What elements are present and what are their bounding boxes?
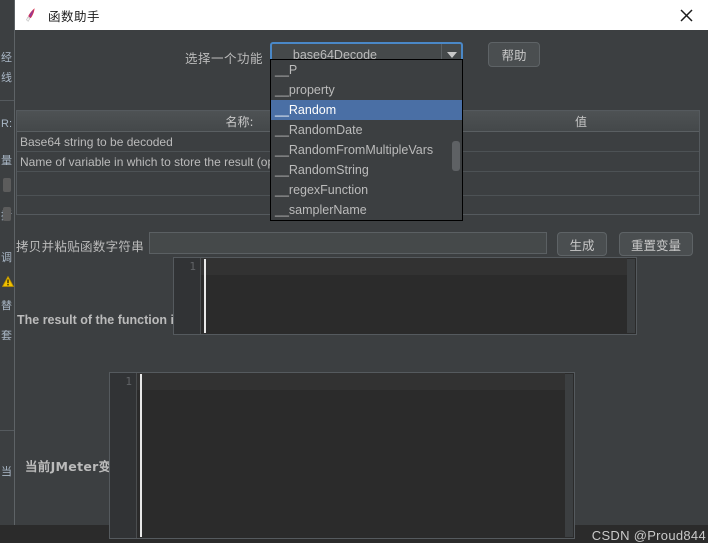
function-string-input[interactable]: [149, 232, 547, 254]
background-left-strip: 经 线 R: 量 拷 调 替 套 当: [0, 0, 15, 525]
background-scrollbar-thumb[interactable]: [3, 178, 11, 192]
dropdown-scrollbar[interactable]: [451, 61, 461, 219]
editor-caret: [140, 374, 142, 537]
background-text-fragment: 替: [1, 300, 12, 312]
editor-line-number: 1: [125, 375, 132, 388]
background-text-fragment: 当: [1, 466, 12, 478]
warning-triangle-icon: [2, 276, 14, 287]
dropdown-scrollbar-thumb[interactable]: [452, 141, 460, 171]
function-string-row: 拷贝并粘贴函数字符串 生成 重置变量: [15, 228, 708, 258]
editor-caret: [204, 259, 206, 333]
close-button[interactable]: [663, 0, 708, 30]
dropdown-item-random[interactable]: __Random: [271, 100, 462, 120]
reset-variables-button[interactable]: 重置变量: [619, 232, 693, 256]
dialog-body: 选择一个功能 __base64Decode 帮助 名称: 值 Base64 st…: [15, 30, 708, 543]
editor-line-number: 1: [189, 260, 196, 273]
function-select-label: 选择一个功能: [185, 51, 264, 66]
dropdown-item-p[interactable]: __P: [271, 60, 462, 80]
help-button[interactable]: 帮助: [488, 42, 540, 67]
jmeter-feather-icon: [26, 8, 35, 22]
background-divider: [0, 100, 14, 101]
editor-current-line-highlight: [137, 373, 565, 390]
jmeter-variables-section: 当前JMeter变量 1: [15, 368, 708, 539]
background-text-fragment: 量: [1, 155, 12, 167]
background-divider: [0, 430, 14, 431]
dropdown-item-samplername[interactable]: __samplerName: [271, 200, 462, 220]
background-text-fragment: 调: [1, 252, 12, 264]
dropdown-item-randomstring[interactable]: __RandomString: [271, 160, 462, 180]
function-string-label: 拷贝并粘贴函数字符串: [16, 239, 145, 254]
jmeter-variables-editor[interactable]: 1: [109, 372, 575, 539]
dropdown-item-randomdate[interactable]: __RandomDate: [271, 120, 462, 140]
editor-scrollbar[interactable]: [565, 374, 573, 537]
background-text-fragment: 经: [1, 52, 12, 64]
dialog-title: 函数助手: [48, 8, 101, 24]
dialog-titlebar: 函数助手: [15, 0, 708, 30]
function-result-editor[interactable]: 1: [173, 257, 637, 335]
editor-gutter: 1: [174, 258, 201, 334]
background-text-fragment: 线: [1, 72, 12, 84]
function-result-section: The result of the function is 1: [15, 256, 708, 361]
param-value-cell[interactable]: [463, 152, 699, 171]
background-text-fragment: R:: [1, 118, 12, 130]
close-icon: [679, 8, 693, 22]
param-value-cell[interactable]: [463, 132, 699, 151]
column-header-value: 值: [574, 114, 587, 129]
chevron-down-glyph: [446, 52, 457, 58]
watermark: CSDN @Proud844: [591, 528, 706, 543]
editor-gutter: 1: [110, 373, 137, 538]
background-text-fragment: 套: [1, 330, 12, 342]
editor-scrollbar[interactable]: [627, 259, 635, 333]
function-result-label: The result of the function is: [17, 313, 181, 327]
editor-current-line-highlight: [201, 258, 627, 275]
background-scrollbar-thumb[interactable]: [3, 207, 11, 221]
dropdown-item-property[interactable]: __property: [271, 80, 462, 100]
dropdown-item-regexfunction[interactable]: __regexFunction: [271, 180, 462, 200]
generate-button[interactable]: 生成: [557, 232, 607, 256]
function-select-dropdown[interactable]: __P __property __Random __RandomDate __R…: [270, 59, 463, 221]
function-helper-dialog: 函数助手 选择一个功能 __base64Decode 帮助 名称: 值 Base…: [14, 0, 708, 543]
dropdown-item-randomfrommultiplevars[interactable]: __RandomFromMultipleVars: [271, 140, 462, 160]
